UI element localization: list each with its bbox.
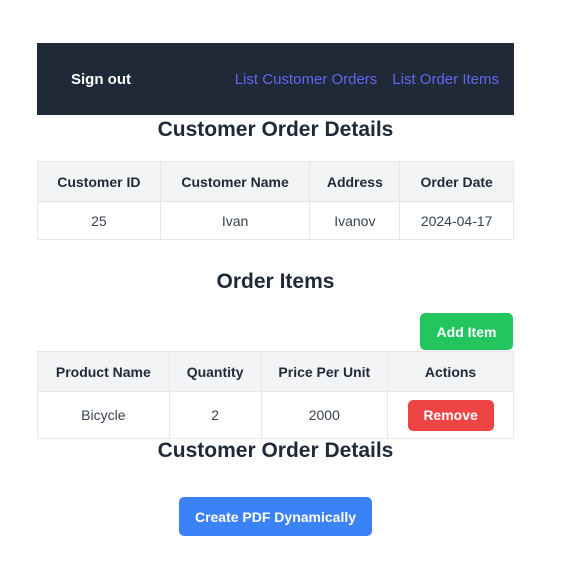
- customer-order-table: Customer ID Customer Name Address Order …: [37, 161, 514, 240]
- customer-table-header-row: Customer ID Customer Name Address Order …: [37, 161, 514, 202]
- header-price-per-unit: Price Per Unit: [260, 351, 389, 392]
- header-address: Address: [309, 161, 401, 202]
- sign-out-link[interactable]: Sign out: [71, 43, 131, 115]
- cell-customer-id: 25: [37, 201, 161, 240]
- footer-order-details-title: Customer Order Details: [157, 439, 394, 462]
- order-items-table: Product Name Quantity Price Per Unit Act…: [37, 351, 514, 439]
- header-actions: Actions: [387, 351, 514, 392]
- header-quantity: Quantity: [168, 351, 262, 392]
- cell-address: Ivanov: [309, 201, 401, 240]
- remove-button[interactable]: Remove: [407, 399, 494, 431]
- order-items-title: Order Items: [216, 270, 335, 293]
- nav-link-list-order-items[interactable]: List Order Items: [392, 71, 499, 88]
- table-row: 25 Ivan Ivanov 2024-04-17: [37, 201, 514, 240]
- table-row: Bicycle 2 2000 Remove: [37, 391, 514, 439]
- navbar: Sign out List Customer Orders List Order…: [37, 43, 514, 115]
- nav-links: List Customer Orders List Order Items: [235, 43, 499, 115]
- header-customer-name: Customer Name: [159, 161, 311, 202]
- header-customer-id: Customer ID: [37, 161, 161, 202]
- cell-product-name: Bicycle: [37, 391, 170, 439]
- add-item-button[interactable]: Add Item: [420, 313, 513, 350]
- items-table-header-row: Product Name Quantity Price Per Unit Act…: [37, 351, 514, 392]
- cell-order-date: 2024-04-17: [399, 201, 514, 240]
- cell-customer-name: Ivan: [159, 201, 311, 240]
- customer-order-details-title: Customer Order Details: [157, 118, 394, 141]
- header-product-name: Product Name: [37, 351, 170, 392]
- cell-actions: Remove: [387, 391, 514, 439]
- nav-link-list-customer-orders[interactable]: List Customer Orders: [235, 71, 378, 88]
- cell-quantity: 2: [168, 391, 262, 439]
- cell-price: 2000: [260, 391, 389, 439]
- header-order-date: Order Date: [399, 161, 514, 202]
- create-pdf-button[interactable]: Create PDF Dynamically: [179, 497, 372, 536]
